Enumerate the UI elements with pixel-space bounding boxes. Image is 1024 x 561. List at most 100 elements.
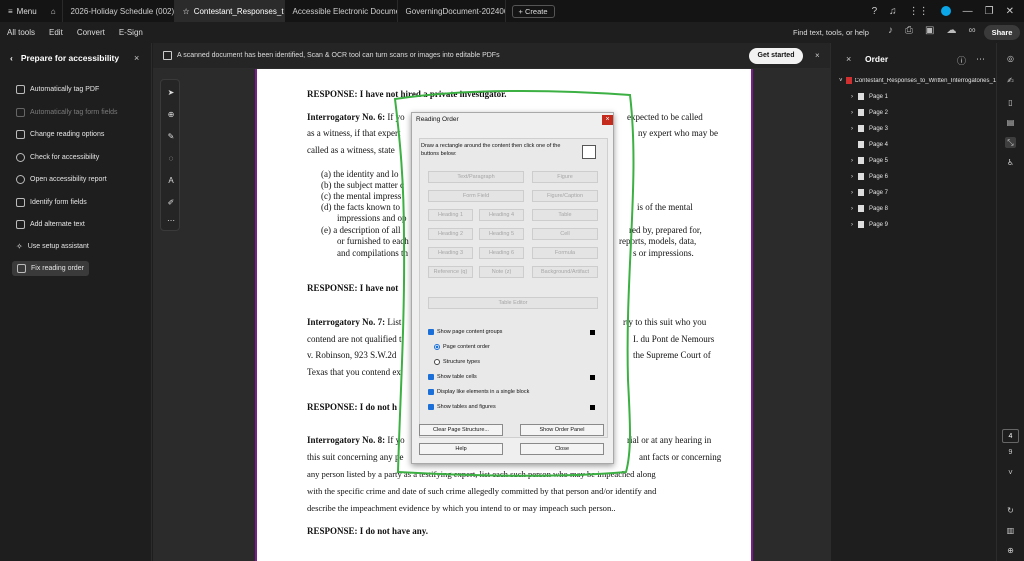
order-page-3[interactable]: › Page 3 [851, 125, 888, 132]
print-icon[interactable]: ⎙ [905, 25, 913, 36]
more-tools-icon[interactable]: ⋯ [166, 216, 176, 226]
pen-icon[interactable]: ✎ [166, 132, 176, 142]
more-options-icon[interactable]: ⋯ [976, 54, 985, 67]
btn-table[interactable]: Table [532, 209, 598, 221]
chk-show-tables-figures[interactable]: Show tables and figures [428, 404, 496, 410]
color-swatch[interactable] [590, 375, 595, 380]
menu-esign[interactable]: E-Sign [112, 28, 150, 37]
radio-structure-types[interactable]: Structure types [434, 359, 480, 365]
apps-icon[interactable]: ⋮⋮ [909, 6, 929, 17]
scroll-down-icon[interactable]: ˅ [1005, 467, 1016, 478]
link-icon[interactable]: ∞ [968, 25, 975, 36]
btn-show-order-panel[interactable]: Show Order Panel [520, 424, 604, 436]
color-swatch[interactable] [590, 330, 595, 335]
order-page-2[interactable]: › Page 2 [851, 109, 888, 116]
chevron-right-icon[interactable]: › [851, 126, 853, 132]
back-arrow-icon[interactable]: ‹ [10, 53, 13, 63]
tool-change-reading-options[interactable]: Change reading options [16, 130, 104, 139]
chevron-right-icon[interactable]: › [851, 174, 853, 180]
btn-background-artifact[interactable]: Background/Artifact [532, 266, 598, 278]
checkbox-checked[interactable] [428, 404, 434, 410]
avatar[interactable] [940, 6, 951, 16]
ai-assistant-icon[interactable]: ◎ [1005, 53, 1016, 64]
chevron-right-icon[interactable]: › [851, 190, 853, 196]
info-icon[interactable]: ⓘ [957, 54, 966, 67]
btn-cell[interactable]: Cell [532, 228, 598, 240]
menu-edit[interactable]: Edit [42, 28, 70, 37]
select-cursor-icon[interactable]: ➤ [166, 88, 176, 98]
tool-identify-form-fields[interactable]: Identify form fields [16, 198, 87, 207]
btn-close[interactable]: Close [520, 443, 604, 455]
tab-holiday-schedule[interactable]: 2026-Holiday Schedule (002) (1)... [63, 0, 175, 22]
btn-heading-5[interactable]: Heading 5 [479, 228, 524, 240]
order-page-4[interactable]: Page 4 [858, 141, 888, 148]
star-icon[interactable]: ☆ [183, 7, 190, 16]
home-icon[interactable]: ⌂ [45, 0, 63, 22]
lasso-icon[interactable]: ◌ [166, 154, 176, 164]
close-order-panel-icon[interactable]: × [846, 54, 851, 64]
close-window-icon[interactable]: ✕ [1006, 6, 1014, 17]
page-view-icon[interactable]: ▥ [1005, 525, 1016, 536]
bookmark-icon[interactable]: ▯ [1005, 97, 1016, 108]
menu-all-tools[interactable]: All tools [0, 28, 42, 37]
create-button[interactable]: + Create [511, 4, 555, 18]
chevron-right-icon[interactable]: › [851, 206, 853, 212]
btn-help[interactable]: Help [419, 443, 503, 455]
bell-icon[interactable]: ♫ [889, 6, 897, 17]
btn-formula[interactable]: Formula [532, 247, 598, 259]
btn-text-paragraph[interactable]: Text/Paragraph [428, 171, 524, 183]
upload-cloud-icon[interactable]: ☁ [946, 25, 956, 36]
text-box-icon[interactable]: A [166, 176, 176, 186]
document-icon[interactable]: ▤ [1005, 117, 1016, 128]
stamp-icon[interactable]: ✐ [166, 198, 176, 208]
get-started-button[interactable]: Get started [749, 48, 803, 64]
checkbox-checked[interactable] [428, 329, 434, 335]
btn-heading-1[interactable]: Heading 1 [428, 209, 473, 221]
tool-auto-tag-pdf[interactable]: Automatically tag PDF [16, 85, 99, 94]
radio-unselected[interactable] [434, 359, 440, 365]
chk-show-table-cells[interactable]: Show table cells [428, 374, 477, 380]
minimize-icon[interactable]: — [963, 6, 973, 17]
close-panel-icon[interactable]: × [134, 53, 139, 63]
btn-note[interactable]: Note (z) [479, 266, 524, 278]
comment-icon[interactable]: ✍ [1005, 75, 1016, 86]
tab-contestant-responses[interactable]: ☆ Contestant_Responses_t... × [174, 0, 285, 22]
btn-clear-page-structure[interactable]: Clear Page Structure... [419, 424, 503, 436]
btn-heading-4[interactable]: Heading 4 [479, 209, 524, 221]
zoom-in-icon[interactable]: ⊕ [1005, 545, 1016, 556]
checkbox-checked[interactable] [428, 374, 434, 380]
radio-selected[interactable] [434, 344, 440, 350]
accessibility-icon[interactable]: ♿ [1005, 157, 1016, 168]
menu-button[interactable]: ≡ Menu [0, 0, 45, 22]
btn-figure-caption[interactable]: Figure/Caption [532, 190, 598, 202]
order-page-5[interactable]: › Page 5 [851, 157, 888, 164]
chevron-right-icon[interactable]: › [851, 222, 853, 228]
headphones-icon[interactable]: ♪ [888, 25, 893, 36]
btn-heading-2[interactable]: Heading 2 [428, 228, 473, 240]
current-page-number[interactable]: 4 [1002, 429, 1019, 443]
order-page-9[interactable]: › Page 9 [851, 221, 888, 228]
btn-heading-3[interactable]: Heading 3 [428, 247, 473, 259]
chevron-right-icon[interactable]: › [851, 94, 853, 100]
color-swatch[interactable] [590, 405, 595, 410]
chevron-right-icon[interactable]: › [851, 110, 853, 116]
chk-show-content-groups[interactable]: Show page content groups [428, 329, 502, 335]
chk-display-like-elements[interactable]: Display like elements in a single block [428, 389, 529, 395]
order-page-6[interactable]: › Page 6 [851, 173, 888, 180]
tab-accessible-document[interactable]: Accessible Electronic Document ... [285, 0, 398, 22]
save-icon[interactable]: ▣ [925, 25, 934, 36]
zoom-icon[interactable]: ⊕ [166, 110, 176, 120]
btn-table-editor[interactable]: Table Editor [428, 297, 598, 309]
dialog-close-icon[interactable]: × [602, 115, 613, 125]
chevron-down-icon[interactable]: ˅ [839, 78, 843, 84]
reading-order-tool-icon[interactable]: ⤡ [1005, 137, 1016, 148]
radio-page-content-order[interactable]: Page content order [434, 344, 490, 350]
tool-check-accessibility[interactable]: Check for accessibility [16, 153, 99, 162]
chevron-right-icon[interactable]: › [851, 158, 853, 164]
btn-figure[interactable]: Figure [532, 171, 598, 183]
tool-setup-assistant[interactable]: ✧ Use setup assistant [16, 242, 89, 251]
order-page-1[interactable]: › Page 1 [851, 93, 888, 100]
maximize-icon[interactable]: ❐ [985, 6, 994, 17]
checkbox-checked[interactable] [428, 389, 434, 395]
order-doc-node[interactable]: ˅ Contestant_Responses_to_Written_Interr… [839, 77, 996, 84]
